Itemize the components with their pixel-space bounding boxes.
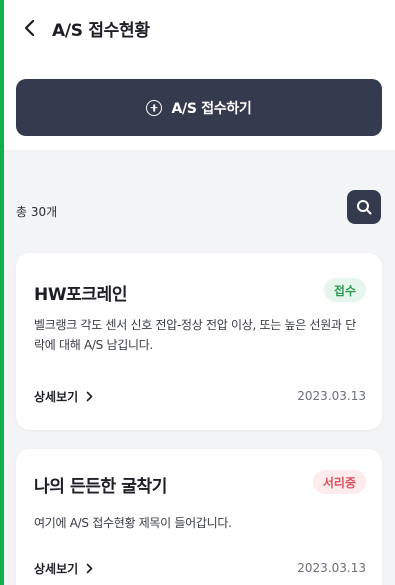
status-badge: 접수 [323,278,366,302]
card-title: 나의 든든한 굴착기 [34,477,167,497]
detail-link[interactable]: 상세보기 [34,560,93,577]
list-header: 총 30개 [4,190,395,224]
app-header: A/S 접수현황 [4,0,395,56]
chevron-right-icon [86,563,93,574]
card-description: 벨크랭크 각도 센서 신호 전압-정상 전압 이상, 또는 높은 선원과 단락에… [34,318,356,352]
card-date: 2023.03.13 [297,389,366,403]
as-apply-button[interactable]: A/S 접수하기 [16,79,382,136]
total-count: 총 30개 [16,205,58,219]
plus-circle-icon [146,99,163,116]
chevron-left-icon [24,19,35,37]
card-title: HW포크레인 [34,285,128,305]
status-badge: 서리중 [312,470,366,494]
chevron-right-icon [86,391,93,402]
card-date: 2023.03.13 [297,561,366,575]
detail-link-label: 상세보기 [34,562,79,576]
detail-link-label: 상세보기 [34,390,79,404]
app-screen: A/S 접수현황 A/S 접수하기 총 30개 HW포크레인 접수 벨크랭크 각… [4,0,395,585]
search-icon [357,200,372,215]
back-button[interactable] [18,17,40,39]
page-title: A/S 접수현황 [52,20,150,41]
as-apply-button-label: A/S 접수하기 [171,100,252,117]
card-description: 여기에 A/S 접수현황 제목이 들어갑니다. [34,516,232,530]
search-button[interactable] [347,190,381,224]
as-card[interactable]: 나의 든든한 굴착기 서리중 여기에 A/S 접수현황 제목이 들어갑니다. 상… [16,449,382,585]
detail-link[interactable]: 상세보기 [34,388,93,405]
top-section: A/S 접수현황 A/S 접수하기 [4,0,395,150]
as-card[interactable]: HW포크레인 접수 벨크랭크 각도 센서 신호 전압-정상 전압 이상, 또는 … [16,253,382,430]
